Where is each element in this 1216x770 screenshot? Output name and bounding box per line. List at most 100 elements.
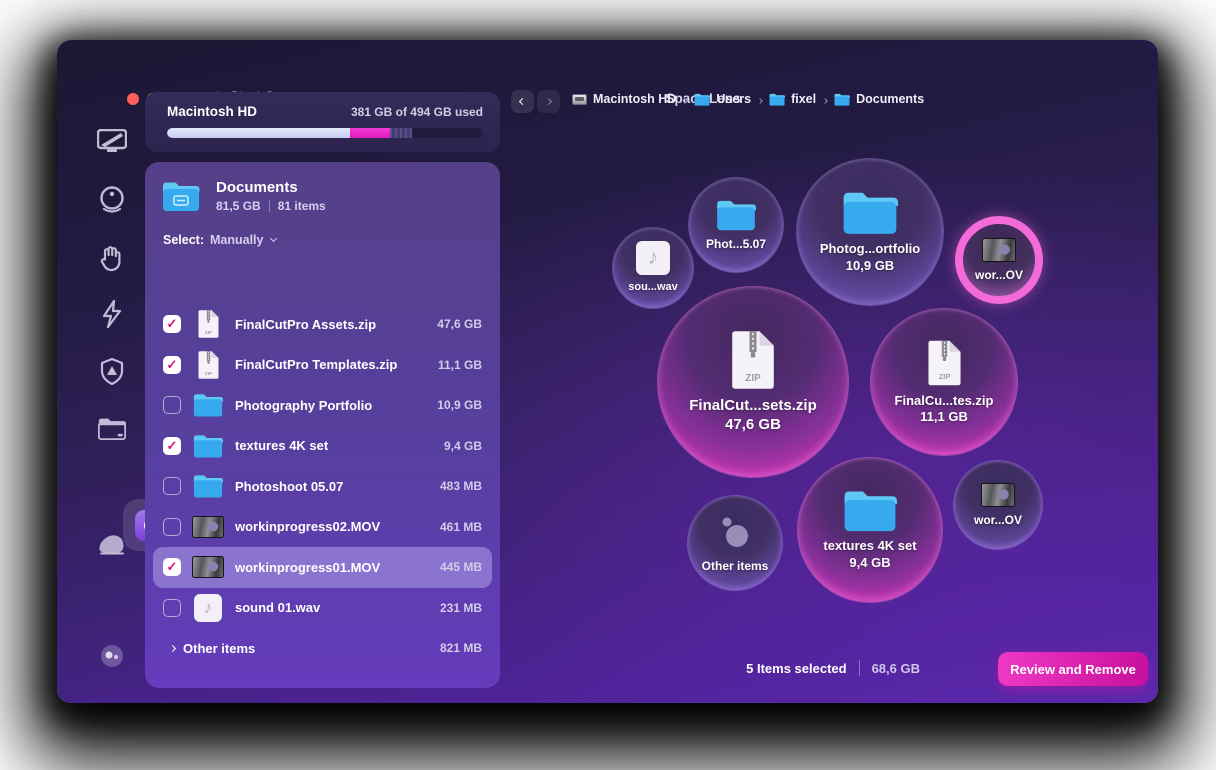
breadcrumb-item-users[interactable]: Users — [694, 92, 751, 106]
documents-folder-icon — [163, 182, 200, 211]
select-mode-dropdown[interactable]: Manually — [210, 233, 277, 247]
folder-size: 81,5 GB — [216, 199, 261, 213]
checkbox-unchecked[interactable] — [163, 396, 181, 415]
bubble-other-items[interactable]: Other items — [688, 496, 782, 590]
folder-icon — [834, 93, 851, 106]
folder-icon — [694, 93, 711, 106]
sidebar-item-files[interactable] — [86, 405, 138, 457]
zip-file-icon: ZIP — [198, 350, 218, 379]
video-thumbnail-icon — [982, 237, 1016, 262]
sidebar-item-assistant[interactable] — [86, 632, 138, 684]
disk-name: Macintosh HD — [167, 104, 258, 119]
bubble-label: wor...OV — [974, 267, 1023, 282]
bubble-finalcu-tes-zip[interactable]: ZIP FinalCu...tes.zip 11,1 GB — [871, 309, 1017, 455]
chevron-right-icon — [757, 92, 763, 106]
bubble-label: wor...OV — [973, 512, 1022, 527]
file-size: 47,6 GB — [437, 317, 482, 332]
file-row[interactable]: Photoshoot 05.07 483 MB — [153, 466, 492, 507]
bubble-sou-wav[interactable]: ♪ sou...wav — [613, 228, 693, 308]
disk-usage-card[interactable]: Macintosh HD 381 GB of 494 GB used — [145, 92, 500, 152]
sidebar-item-cleanup[interactable] — [86, 118, 138, 170]
breadcrumb-item-fixel[interactable]: fixel — [769, 92, 816, 106]
file-size: 11,1 GB — [437, 357, 482, 372]
file-name: sound 01.wav — [235, 600, 321, 616]
svg-text:ZIP: ZIP — [204, 371, 211, 377]
applications-badge-icon — [98, 357, 126, 391]
file-row[interactable]: ✓ ZIP FinalCutPro Assets.zip 47,6 GB — [153, 304, 492, 345]
bubble-photog-ortfolio[interactable]: Photog...ortfolio 10,9 GB — [797, 159, 943, 305]
file-size: 821 MB — [439, 641, 482, 656]
folder-icon — [193, 394, 223, 417]
file-size: 231 MB — [439, 600, 482, 615]
hard-drive-icon — [572, 93, 587, 105]
bubble-wor-ov[interactable]: wor...OV — [955, 216, 1043, 304]
video-thumbnail-icon — [192, 556, 224, 579]
bubble-size: 9,4 GB — [849, 554, 891, 570]
file-name: Photoshoot 05.07 — [235, 478, 344, 494]
chevron-left-icon — [518, 97, 527, 106]
file-name: Other items — [183, 640, 256, 656]
file-row[interactable]: workinprogress02.MOV 461 MB — [153, 507, 492, 548]
review-and-remove-button[interactable]: Review and Remove — [998, 652, 1148, 686]
breadcrumb-item-macintosh-hd[interactable]: Macintosh HD — [572, 92, 676, 106]
file-row[interactable]: ✓ workinprogress01.MOV 445 MB — [153, 547, 492, 588]
bubble-label: textures 4K set — [823, 538, 917, 554]
checkbox-checked[interactable]: ✓ — [163, 436, 181, 455]
file-row[interactable]: ♪ sound 01.wav 231 MB — [153, 588, 492, 629]
sidebar-item-protection[interactable] — [86, 176, 138, 228]
file-name: FinalCutPro Assets.zip — [235, 316, 377, 332]
sidebar-item-applications[interactable] — [86, 348, 138, 400]
breadcrumb-item-documents[interactable]: Documents — [834, 92, 924, 106]
bubble-finalcut-sets-zip[interactable]: ZIP FinalCut...sets.zip 47,6 GB — [658, 287, 848, 477]
orb-icon — [99, 185, 125, 219]
file-name: workinprogress02.MOV — [235, 519, 381, 535]
other-items-row[interactable]: Other items 821 MB — [153, 628, 492, 669]
sidebar-item-storage[interactable] — [86, 520, 138, 572]
folder-icon — [844, 491, 897, 532]
chevron-down-icon — [269, 234, 277, 243]
file-size: 9,4 GB — [443, 438, 482, 453]
file-row[interactable]: Photography Portfolio 10,9 GB — [153, 385, 492, 426]
svg-text:ZIP: ZIP — [745, 373, 761, 384]
sidebar-item-privacy[interactable] — [86, 235, 138, 287]
file-list: ✓ ZIP FinalCutPro Assets.zip 47,6 GB ✓ ZIP F… — [153, 304, 492, 669]
nav-back-button[interactable] — [511, 90, 534, 113]
checkbox-checked[interactable]: ✓ — [163, 315, 181, 334]
bubble-textures-4k-set[interactable]: textures 4K set 9,4 GB — [798, 458, 942, 602]
close-window-button[interactable] — [127, 93, 139, 105]
lightning-icon — [101, 299, 123, 333]
folder-icon — [193, 435, 223, 458]
file-size: 483 MB — [439, 479, 482, 494]
folder-items-count: 81 items — [277, 199, 326, 213]
divider — [858, 660, 860, 676]
file-row[interactable]: ✓ ZIP FinalCutPro Templates.zip 11,1 GB — [153, 345, 492, 386]
folder-icon — [717, 200, 756, 230]
zip-file-icon: ZIP — [732, 331, 774, 390]
file-row[interactable]: ✓ textures 4K set 9,4 GB — [153, 426, 492, 467]
checkbox-unchecked[interactable] — [163, 598, 181, 617]
app-window: Start Over Space Lens Macintosh HD 381 G… — [57, 40, 1158, 703]
audio-file-icon: ♪ — [636, 241, 670, 276]
bubble-phot-5-07[interactable]: Phot...5.07 — [689, 178, 783, 272]
svg-text:ZIP: ZIP — [938, 372, 950, 381]
sidebar-item-performance[interactable] — [86, 290, 138, 342]
divider — [268, 200, 270, 212]
folder-icon — [843, 192, 898, 235]
bubble-wor-ov[interactable]: wor...OV — [954, 461, 1042, 549]
audio-file-icon: ♪ — [194, 593, 222, 622]
file-size: 10,9 GB — [437, 398, 482, 413]
checkbox-checked[interactable]: ✓ — [163, 558, 181, 577]
bubble-size: 10,9 GB — [845, 257, 895, 273]
file-name: Photography Portfolio — [235, 397, 373, 413]
chevron-right-icon — [682, 92, 689, 106]
bubble-label: FinalCut...sets.zip — [689, 397, 817, 415]
screen: Start Over Space Lens Macintosh HD 381 G… — [0, 0, 1216, 770]
nav-forward-button[interactable] — [537, 90, 560, 113]
folder-panel: Documents 81,5 GB 81 items Select: Manua… — [145, 162, 500, 688]
hand-icon — [99, 245, 125, 278]
expand-chevron-icon[interactable] — [163, 639, 181, 657]
checkbox-unchecked[interactable] — [163, 477, 181, 496]
checkbox-unchecked[interactable] — [163, 517, 181, 536]
checkbox-checked[interactable]: ✓ — [163, 355, 181, 374]
zip-file-icon: ZIP — [927, 340, 961, 385]
